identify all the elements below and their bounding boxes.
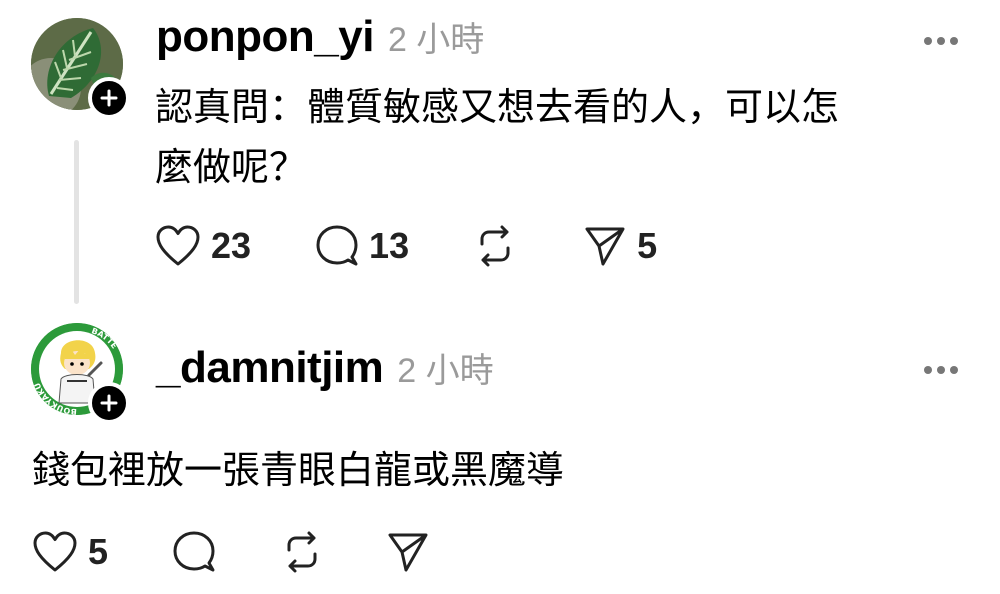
share-button[interactable]	[386, 530, 430, 574]
heart-icon	[156, 225, 200, 266]
post-actions: 23 13 5	[155, 222, 657, 270]
send-icon	[388, 533, 428, 572]
like-count: 5	[88, 531, 109, 572]
comment-bubble-icon	[316, 225, 358, 266]
repost-icon	[287, 531, 317, 573]
more-options-button[interactable]	[924, 37, 958, 45]
more-dot-icon	[937, 37, 945, 45]
repost-button[interactable]	[473, 224, 517, 268]
more-options-button[interactable]	[924, 366, 958, 374]
plus-icon	[100, 394, 118, 412]
heart-icon	[33, 531, 77, 572]
like-button[interactable]: 5	[32, 530, 108, 574]
more-dot-icon	[937, 366, 945, 374]
follow-plus-button[interactable]	[88, 382, 130, 424]
svg-text:BATTE: BATTE	[90, 326, 119, 350]
post-timestamp: 2 小時	[397, 352, 494, 390]
plus-icon	[100, 89, 118, 107]
username[interactable]: _damnitjim	[156, 343, 384, 393]
reply-button[interactable]	[172, 530, 216, 574]
post-text-line: 認真問：體質敏感又想去看的人，可以怎	[155, 85, 840, 129]
post-body: 錢包裡放一張青眼白龍或黑魔導	[32, 440, 932, 500]
share-count: 5	[637, 225, 658, 266]
thread-connector-line	[74, 140, 79, 304]
post-actions: 5	[32, 528, 430, 576]
post-timestamp: 2 小時	[387, 21, 485, 59]
send-icon	[585, 227, 625, 266]
post-text-line: 麼做呢？	[155, 145, 308, 189]
more-dot-icon	[924, 366, 932, 374]
reply-count: 13	[369, 225, 410, 266]
username[interactable]: ponpon_yi	[156, 12, 374, 62]
follow-plus-button[interactable]	[88, 77, 130, 119]
like-count: 23	[211, 225, 252, 266]
svg-text:BOUKYAKU: BOUKYAKU	[33, 381, 78, 415]
comment-bubble-icon	[173, 531, 215, 572]
repost-icon	[480, 225, 510, 267]
more-dot-icon	[924, 37, 932, 45]
post-header: ponpon_yi 2 小時	[156, 12, 484, 62]
more-dot-icon	[950, 366, 958, 374]
like-button[interactable]: 23	[155, 224, 251, 268]
more-dot-icon	[950, 37, 958, 45]
post-body: 認真問：體質敏感又想去看的人，可以怎 麼做呢？	[155, 77, 975, 197]
post-header: _damnitjim 2 小時	[156, 343, 494, 393]
reply-button[interactable]: 13	[315, 224, 409, 268]
share-button[interactable]: 5	[583, 224, 657, 268]
post-text-line: 錢包裡放一張青眼白龍或黑魔導	[32, 448, 565, 492]
repost-button[interactable]	[280, 530, 324, 574]
